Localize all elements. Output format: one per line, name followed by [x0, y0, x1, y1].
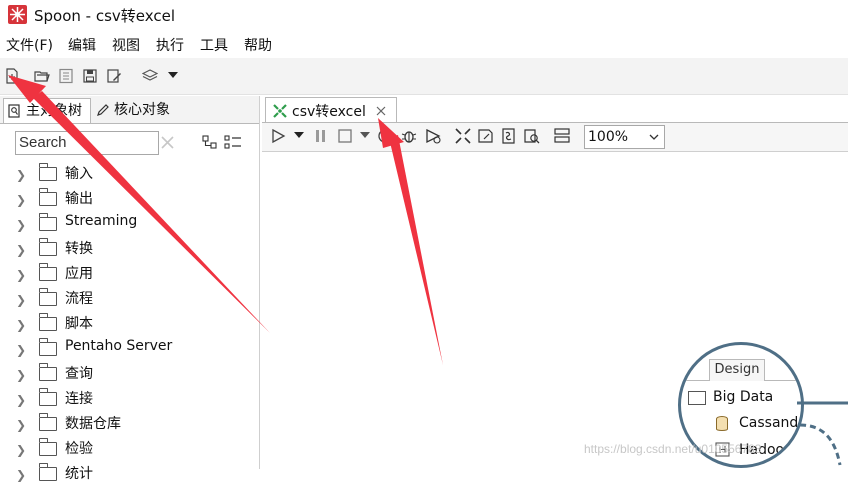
folder-icon: [39, 463, 57, 481]
watermark: https://blog.csdn.net/u010556783: [584, 442, 762, 456]
chevron-right-icon[interactable]: ❯: [16, 468, 26, 482]
annotation-arrow-new-file: [33, 91, 270, 333]
annotation-arrow-tab: [389, 135, 443, 365]
arrow-head-icon: [378, 118, 404, 148]
annotation-arrows: [8, 75, 443, 365]
